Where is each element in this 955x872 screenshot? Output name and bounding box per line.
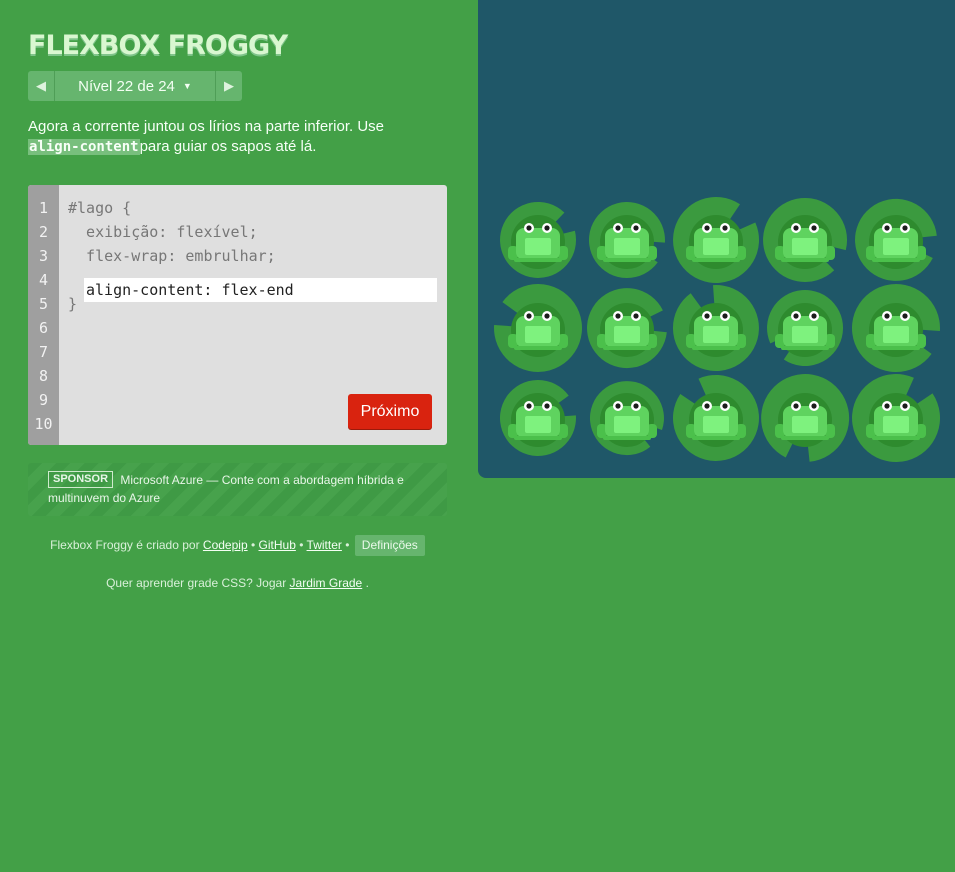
separator: • [299,538,304,552]
grid-promo-prefix: Quer aprender grade CSS? Jogar [106,576,287,590]
next-button[interactable]: Próximo [348,394,432,429]
next-level-button[interactable]: ▶ [215,71,242,101]
css-answer-input[interactable] [84,278,437,302]
github-link[interactable]: GitHub [259,538,296,552]
code-line: flex-wrap: embrulhar; [68,247,276,265]
triangle-right-icon: ▶ [224,78,234,93]
triangle-left-icon: ◀ [36,78,46,93]
credits: Flexbox Froggy é criado por Codepip • Gi… [28,535,447,557]
line-number: 10 [34,415,53,433]
instructions-text-after: para guiar os sapos até lá. [139,138,317,155]
grid-garden-link[interactable]: Jardim Grade [290,576,363,590]
credits-prefix: Flexbox Froggy é criado por [50,538,200,552]
twitter-link[interactable]: Twitter [307,538,342,552]
grid-garden-promo: Quer aprender grade CSS? Jogar Jardim Gr… [28,573,447,593]
level-navigation: ◀ Nível 22 de 24 ▼ ▶ [28,71,242,101]
instructions-code: align-content [28,139,140,155]
line-number: 2 [38,223,49,241]
line-numbers: 1 2 3 4 5 6 7 8 9 10 [28,185,59,445]
code-line: #lago { [68,199,132,217]
settings-button[interactable]: Definições [354,535,425,557]
codepip-link[interactable]: Codepip [203,538,248,552]
instructions-text-before: Agora a corrente juntou os lírios na par… [28,118,385,135]
level-indicator[interactable]: Nível 22 de 24 ▼ [55,71,215,101]
line-number: 5 [38,295,49,313]
line-number: 4 [38,271,49,289]
separator: • [250,538,256,552]
sponsor-banner[interactable]: SPONSOR Microsoft Azure — Conte com a ab… [28,463,447,516]
sponsor-badge: SPONSOR [48,471,114,488]
line-number: 7 [38,343,49,361]
line-number: 9 [38,391,49,409]
separator: • [345,538,350,552]
level-indicator-label: Nível 22 de 24 [78,77,175,95]
pond-board [478,0,955,478]
line-number: 8 [38,367,49,385]
code-area: #lago { exibição: flexível; flex-wrap: e… [68,196,438,316]
previous-level-button[interactable]: ◀ [28,71,55,101]
line-number: 6 [38,319,49,337]
game-title: FLEXBOX FROGGY [28,30,288,61]
caret-down-icon: ▼ [182,81,192,91]
line-number: 3 [38,247,49,265]
pond-canvas [494,196,941,463]
line-number: 1 [38,199,49,217]
code-line: exibição: flexível; [68,223,258,241]
code-editor: 1 2 3 4 5 6 7 8 9 10 #lago { exibição: f… [28,185,447,445]
grid-promo-suffix: . [365,576,369,590]
instructions: Agora a corrente juntou os lírios na par… [28,117,438,157]
